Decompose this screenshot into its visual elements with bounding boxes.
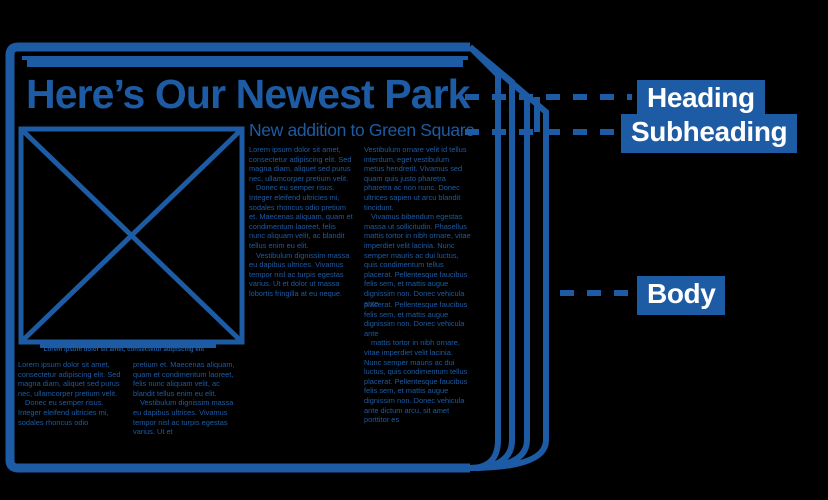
body-column-lower-right: placerat. Pellentesque faucibus felis se… (364, 300, 471, 425)
body-paragraph: Donec eu semper risus. Integer eleifend … (18, 398, 109, 427)
page-headline: Here’s Our Newest Park (26, 71, 470, 117)
page-subheading: New addition to Green Square (249, 120, 475, 140)
annotation-badge-subheading: Subheading (621, 114, 798, 153)
body-column-upper-right: Vestibulum ornare velit id tellus interd… (364, 145, 471, 308)
body-paragraph: Vivamus bibendum egestas massa ut sollic… (364, 212, 471, 308)
page-edge-4 (467, 44, 501, 471)
body-paragraph: Lorem ipsum dolor sit amet, consectetur … (18, 360, 121, 398)
body-column-lower-middle: pretium et. Maecenas aliquam, quam et co… (133, 360, 238, 437)
body-paragraph: placerat. Pellentesque faucibus felis se… (364, 300, 468, 338)
body-paragraph: mattis tortor in nibh ornare, vitae impe… (364, 338, 468, 425)
illustration-canvas: Here’s Our Newest Park New addition to G… (0, 0, 828, 500)
body-column-upper-left: Lorem ipsum dolor sit amet, consectetur … (249, 145, 353, 299)
body-paragraph: Lorem ipsum dolor sit amet, consectetur … (249, 145, 352, 183)
masthead-bar (27, 56, 463, 67)
body-paragraph: Vestibulum ornare velit id tellus interd… (364, 145, 467, 212)
annotation-badge-body: Body (637, 276, 726, 315)
body-paragraph: Donec eu semper risus. Integer eleifend … (249, 183, 353, 250)
body-paragraph: Vestibulum dignissim massa eu dapibus ul… (133, 398, 234, 437)
body-paragraph: Vestibulum dignissim massa eu dapibus ul… (249, 250, 350, 298)
body-column-lower-left: Lorem ipsum dolor sit amet, consectetur … (18, 360, 121, 427)
body-paragraph: pretium et. Maecenas aliquam, quam et co… (133, 360, 235, 398)
image-caption: Lorem ipsum dolor sit amet, consectetur … (43, 347, 205, 353)
image-placeholder (18, 126, 245, 345)
page-edge-3 (468, 44, 515, 471)
